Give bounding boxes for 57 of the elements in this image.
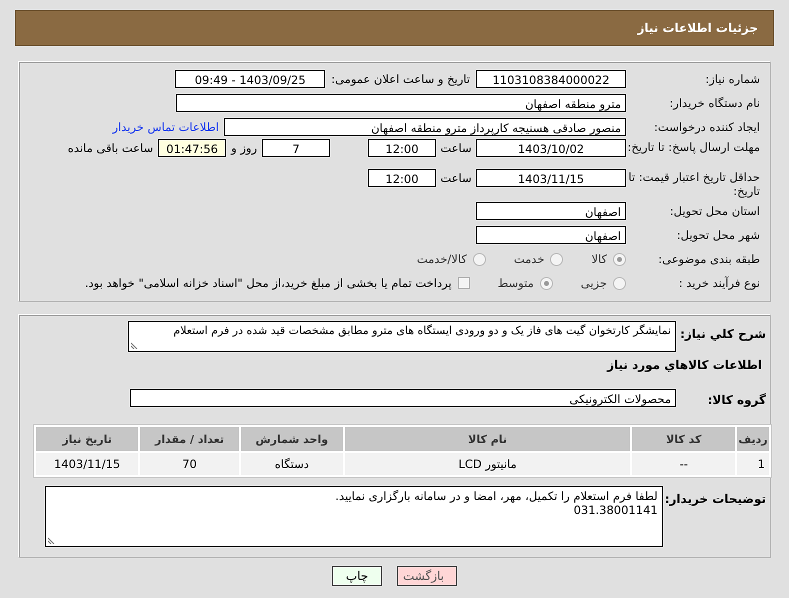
back-button[interactable]: بازگشت [397, 566, 457, 586]
need-number-field: 1103108384000022 [476, 70, 626, 88]
table-cell: -- [632, 453, 736, 475]
time-label: ساعت [439, 170, 473, 187]
column-header: تعداد / مقدار [140, 427, 239, 451]
field-label: حداقل تاریخ اعتبار قیمت: تا تاریخ: [627, 169, 761, 198]
column-header: کد کالا [632, 427, 736, 451]
buyer-contact-link[interactable]: اطلاعات تماس خریدار [112, 120, 219, 134]
deadline-time-field: 12:00 [368, 139, 436, 157]
time-label: ساعت [439, 140, 473, 157]
page-title: جزئیات اطلاعات نیاز [637, 21, 758, 35]
column-header: تاریخ نیاز [36, 427, 138, 451]
table-cell: 70 [140, 453, 239, 475]
resize-grip-icon[interactable] [48, 536, 56, 544]
category-radio[interactable]: خدمت [514, 252, 564, 266]
field-label: مهلت ارسال پاسخ: تا تاریخ: [626, 139, 761, 154]
column-header: واحد شمارش [240, 427, 343, 451]
deadline-date-field: 1403/10/02 [476, 139, 626, 157]
category-radio[interactable]: کالا/خدمت [416, 252, 486, 266]
field-label: شهر محل تحویل: [676, 228, 761, 242]
days-label: روز و [231, 140, 257, 157]
table-cell: مانیتور LCD [344, 453, 630, 475]
creator-field: منصور صادقی هسنیجه کارپرداز مترو منطقه اصفهان [224, 118, 626, 136]
city-field: اصفهان [476, 226, 626, 244]
validity-time-field: 12:00 [368, 169, 436, 187]
province-field: اصفهان [476, 202, 626, 220]
field-label: استان محل تحویل: [668, 204, 761, 218]
remaining-label: ساعت باقی مانده [68, 140, 154, 157]
description-field: نمایشگر کارتخوان گیت های فاز یک و دو ورودی ایستگاه های مترو مطابق مشخصات قید شده در فرم استعلام [128, 321, 676, 352]
field-label: توضیحات خریدار: [664, 491, 767, 508]
field-label: نام دستگاه خریدار: [668, 96, 761, 110]
buyer-field: مترو منطقه اصفهان [176, 94, 626, 112]
category-radio[interactable]: کالا [591, 252, 626, 266]
table-cell: 1 [737, 453, 769, 475]
announce-date-field: 1403/09/25 - 09:49 [175, 70, 326, 88]
field-label: گروه کالا: [706, 392, 767, 409]
field-label: نوع فرآیند خرید : [678, 276, 761, 290]
process-radio[interactable]: جزیی [580, 276, 626, 290]
table-cell: دستگاه [240, 453, 343, 475]
treasury-checkbox[interactable] [458, 277, 470, 289]
treasury-label: پرداخت تمام یا بخشی از مبلغ خرید،از محل "اسناد خزانه اسلامی" خواهد بود. [84, 276, 452, 290]
field-label: تاریخ و ساعت اعلان عمومی: [331, 72, 470, 86]
goods-group-field: محصولات الکترونیکی [130, 389, 676, 407]
table-cell: 1403/11/15 [36, 453, 138, 475]
days-field: 7 [262, 139, 330, 157]
resize-grip-icon[interactable] [131, 341, 139, 349]
section-title: اطلاعات کالاهاي مورد نياز [606, 357, 763, 372]
column-header: ردیف [737, 427, 769, 451]
validity-date-field: 1403/11/15 [476, 169, 626, 187]
print-button[interactable]: چاپ [332, 566, 382, 586]
column-header: نام کالا [344, 427, 630, 451]
process-radio[interactable]: متوسط [498, 276, 553, 290]
field-label: شماره نیاز: [704, 72, 761, 86]
field-label: شرح کلي نياز: [679, 326, 767, 343]
field-label: ایجاد کننده درخواست: [653, 120, 761, 134]
field-label: طبقه بندی موضوعی: [657, 252, 761, 266]
remaining-time-field: 01:47:56 [158, 139, 226, 157]
